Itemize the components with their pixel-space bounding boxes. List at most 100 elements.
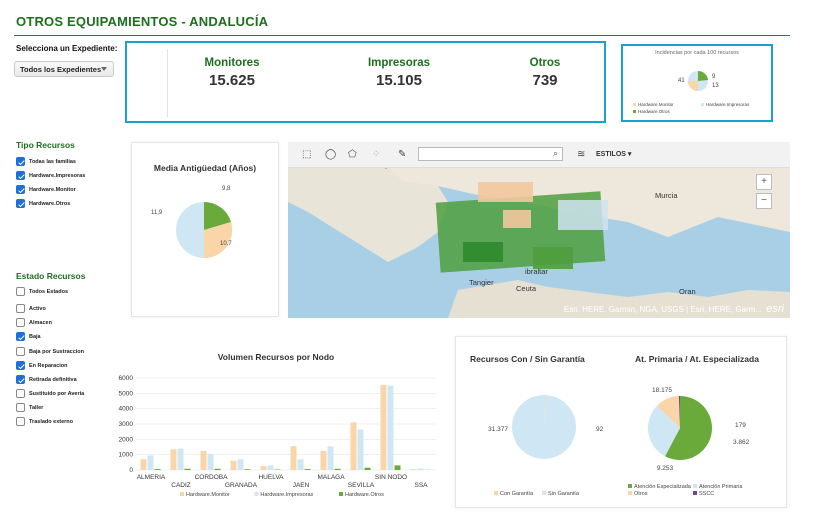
checkbox-activo[interactable]: Activo (16, 304, 46, 313)
zoom-in-button[interactable]: + (756, 174, 772, 190)
pie-value-label: 18.175 (652, 387, 672, 394)
legend-label: Con Garantía (500, 491, 534, 497)
legend-label: Hardware.Otros (345, 492, 384, 498)
checkbox-hardware-impresoras[interactable]: Hardware.Impresoras (16, 171, 85, 180)
bar (147, 455, 154, 470)
checkbox-traslado-externo[interactable]: Traslado externo (16, 417, 73, 426)
pie-label: 41 (678, 78, 685, 84)
legend-label: Atención Especializada (634, 484, 692, 490)
checkbox-label: Activo (29, 305, 46, 312)
x-tick-label: SSA (414, 482, 428, 489)
garantia-primaria-panel: Recursos Con / Sin Garantía At. Primaria… (455, 336, 787, 508)
legend-swatch (633, 110, 636, 113)
pie-label: 13 (712, 83, 719, 89)
map-label-tangier: Tangier (469, 278, 494, 287)
y-tick-label: 3000 (119, 421, 134, 428)
legend-label: Sin Garantía (548, 491, 580, 497)
expediente-dropdown[interactable]: Todos los Expedientes (14, 61, 114, 77)
expediente-label: Selecciona un Expediente: (16, 44, 118, 53)
checkbox-retirada-definitiva[interactable]: Retirada definitiva (16, 375, 77, 384)
x-tick-label: CORDOBA (195, 474, 229, 481)
checkbox-hardware-otros[interactable]: Hardware.Otros (16, 199, 70, 208)
select-circle-icon[interactable]: ◯ (325, 149, 336, 160)
map-canvas (288, 165, 790, 318)
lasso-icon[interactable]: ✎ (398, 149, 406, 160)
checkbox-icon (16, 171, 25, 180)
legend-swatch (628, 491, 632, 495)
checkbox-todos-estados[interactable]: Todos Estados (16, 287, 68, 296)
checkbox-baja[interactable]: Baja (16, 332, 41, 341)
bar (140, 459, 147, 470)
checkbox-label: En Reparacion (29, 362, 68, 369)
checkbox-baja-sustraccion[interactable]: Baja por Sustraccion (16, 347, 84, 356)
kpi-otros: Otros 739 (495, 57, 595, 89)
bar (200, 450, 207, 470)
checkbox-taller[interactable]: Taller (16, 403, 43, 412)
primaria-pie-chart: 18.175 9.253 3.862 179 Atención Especializad… (628, 387, 750, 497)
checkbox-icon (16, 157, 25, 166)
legend-swatch (628, 484, 632, 488)
checkbox-todas-familias[interactable]: Todas las familias (16, 157, 76, 166)
antiguedad-panel: Media Antigüedad (Años) 9,8 11,9 10,7 (131, 142, 279, 317)
checkbox-icon (16, 185, 25, 194)
bar (230, 460, 237, 470)
chevron-down-icon (101, 67, 107, 71)
x-tick-label: SIN NODO (375, 474, 407, 481)
checkbox-en-reparacion[interactable]: En Reparacion (16, 361, 68, 370)
zoom-out-button[interactable]: − (756, 193, 772, 209)
pie-slice-monitor (688, 81, 698, 91)
checkbox-icon (16, 287, 25, 296)
y-tick-label: 5000 (119, 390, 134, 397)
kpi-label: Otros (529, 57, 561, 69)
pie-label: 10,7 (220, 241, 232, 247)
map-search-input[interactable]: ⌕ (418, 147, 563, 161)
bar (244, 469, 251, 470)
checkbox-label: Retirada definitiva (29, 376, 77, 383)
x-tick-label: JAEN (293, 482, 310, 489)
map-toolbar: ⬚ ◯ ⬠ ⁘ ✎ ⌕ ≋ ESTILOS ▾ (288, 142, 790, 168)
volumen-panel: Volumen Recursos por Nodo 0 1000 2000 3000 4… (110, 340, 442, 510)
pie-label: 11,9 (151, 210, 163, 216)
kpi-value: 739 (532, 72, 558, 89)
checkbox-icon (16, 318, 25, 327)
pie-value-label: 179 (735, 422, 746, 429)
legend-label: Hardware.Impresoras (706, 102, 750, 107)
legend-label: Atención Primaria (699, 484, 743, 490)
checkbox-almacen[interactable]: Almacen (16, 318, 52, 327)
y-tick-label: 0 (129, 467, 133, 474)
pie-label: 9 (712, 74, 716, 80)
checkbox-label: Hardware.Impresoras (29, 172, 86, 179)
title-divider (14, 35, 790, 36)
antiguedad-pie: 9,8 11,9 10,7 (151, 186, 232, 259)
kpi-value: 15.625 (209, 72, 255, 89)
checkbox-hardware-monitor[interactable]: Hardware.Monitor (16, 185, 76, 194)
map-attribution: Esri, HERE, Garmin, NGA, USGS | Esri, HE… (563, 305, 762, 314)
select-rectangle-icon[interactable]: ⬚ (302, 149, 311, 160)
x-tick-label: GRANADA (225, 482, 258, 489)
checkbox-label: Hardware.Otros (29, 200, 71, 207)
page-title: OTROS EQUIPAMIENTOS - ANDALUCÍA (16, 14, 269, 29)
estilos-label: ESTILOS (596, 151, 626, 158)
checkbox-icon (16, 403, 25, 412)
layers-icon[interactable]: ≋ (577, 149, 585, 160)
search-icon: ⌕ (552, 148, 558, 158)
bar (380, 384, 387, 470)
map-view[interactable]: ⬚ ◯ ⬠ ⁘ ✎ ⌕ ≋ ESTILOS ▾ + − Murcia ibral… (288, 142, 790, 318)
legend-swatch (693, 484, 697, 488)
pie-label: 9,8 (222, 186, 231, 192)
pie-value-label: 31.377 (488, 426, 508, 433)
select-polygon-icon[interactable]: ⬠ (348, 149, 357, 160)
y-tick-label: 1000 (119, 452, 134, 459)
legend-swatch (494, 491, 498, 495)
x-tick-label: MALAGA (317, 474, 345, 481)
checkbox-sustituido-averia[interactable]: Sustituido por Averia (16, 389, 84, 398)
pie-slice-otros (698, 70, 708, 81)
bar (410, 469, 417, 470)
estilos-dropdown[interactable]: ESTILOS ▾ (596, 150, 631, 158)
checkbox-label: Todos Estados (29, 288, 69, 295)
bar (327, 446, 334, 470)
checkbox-icon (16, 417, 25, 426)
bar (417, 468, 424, 470)
select-points-icon[interactable]: ⁘ (372, 149, 380, 160)
pie-value-label: 3.862 (733, 439, 750, 446)
